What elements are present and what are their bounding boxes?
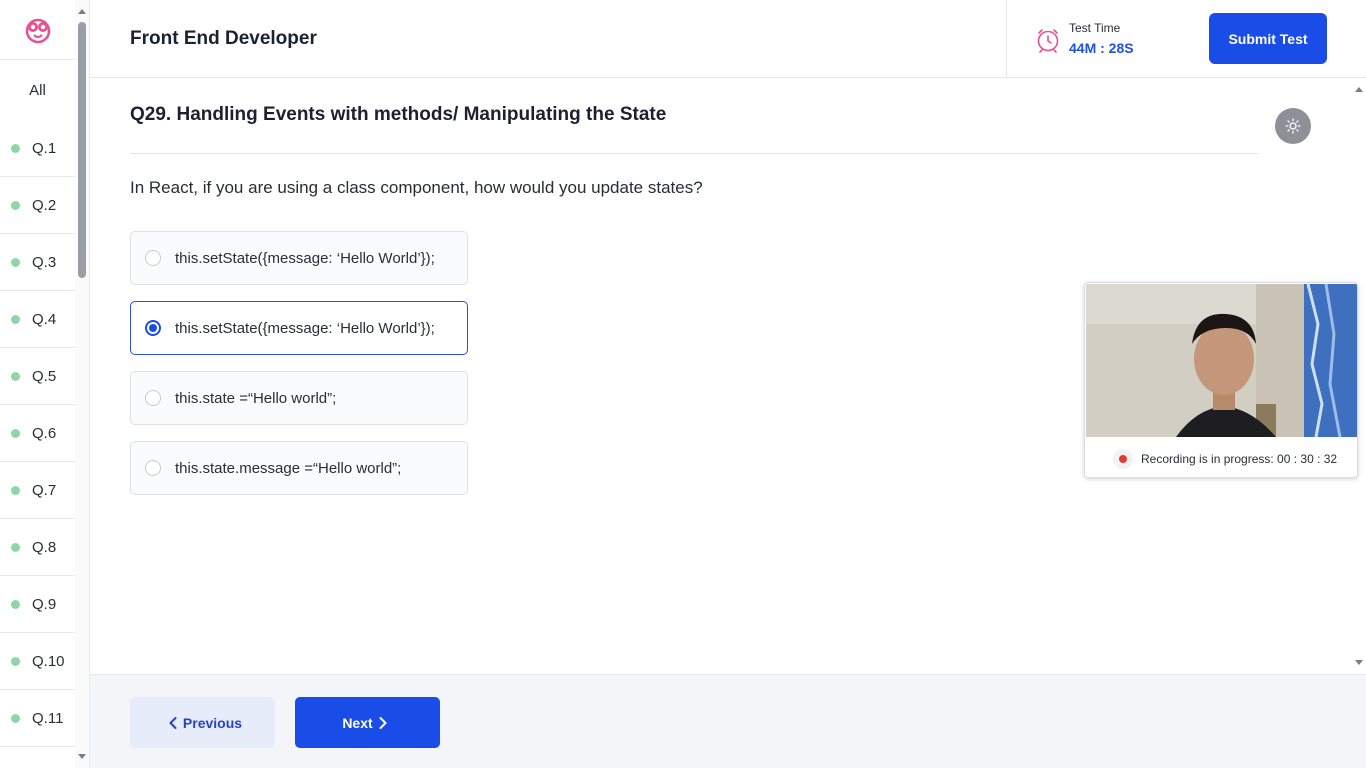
option-label: this.state.message =“Hello world”; [175,459,402,477]
sidebar-question-label: Q.3 [32,253,57,271]
clock-icon [1037,29,1059,53]
sidebar-question-item[interactable]: Q.4 [0,291,75,348]
radio-button-selected[interactable] [145,320,161,336]
record-dot-icon [1113,449,1133,469]
question-sidebar: All Q.1 Q.2 Q.3 Q.4 Q.5 Q.6 Q.7 Q.8 Q.9 Q.10 Q.11 [0,0,90,768]
sidebar-question-label: Q.5 [32,367,57,385]
webcam-video [1086,284,1357,437]
chevron-left-icon [169,716,177,729]
scroll-up-icon[interactable] [78,9,86,14]
timer-label: Test Time [1069,21,1121,35]
radio-fill [149,324,157,332]
radio-button[interactable] [145,460,161,476]
sidebar-question-label: Q.2 [32,196,57,214]
radio-button[interactable] [145,250,161,266]
sidebar-question-label: Q.11 [32,709,64,727]
answered-status-dot [11,485,20,495]
chevron-right-icon [379,716,387,729]
recording-status-text: Recording is in progress: 00 : 30 : 32 [1141,452,1338,466]
sidebar-question-label: Q.1 [32,139,57,157]
submit-test-button[interactable]: Submit Test [1209,13,1327,64]
answer-option-1[interactable]: this.setState({message: ‘Hello World’}); [130,231,468,285]
scroll-up-icon[interactable] [1355,87,1363,92]
app-logo[interactable] [0,0,75,60]
answered-status-dot [11,428,20,438]
sidebar-question-label: Q.7 [32,481,57,499]
filter-all[interactable]: All [0,60,75,120]
sidebar-question-item[interactable]: Q.5 [0,348,75,405]
sidebar-question-label: Q.8 [32,538,57,556]
answered-status-dot [11,656,20,666]
sidebar-question-label: Q.6 [32,424,57,442]
sidebar-question-label: Q.9 [32,595,57,613]
sun-icon [1285,118,1301,134]
answered-status-dot [11,542,20,552]
question-text: In React, if you are using a class compo… [130,178,703,197]
page-header: Front End Developer Test Time 44M : 28S … [90,0,1366,78]
sidebar-question-item[interactable]: Q.2 [0,177,75,234]
scrollbar-thumb[interactable] [78,22,86,278]
webcam-preview[interactable]: Recording is in progress: 00 : 30 : 32 [1084,282,1358,478]
scroll-down-icon[interactable] [78,754,86,759]
answered-status-dot [11,713,20,723]
question-list: Q.1 Q.2 Q.3 Q.4 Q.5 Q.6 Q.7 Q.8 Q.9 Q.10 Q.11 [0,120,75,747]
sidebar-question-item[interactable]: Q.11 [0,690,75,747]
option-label: this.state =“Hello world”; [175,389,337,407]
recording-status: Recording is in progress: 00 : 30 : 32 [1085,439,1357,477]
previous-button[interactable]: Previous [130,697,275,748]
sidebar-scrollbar[interactable] [75,0,89,768]
answer-option-4[interactable]: this.state.message =“Hello world”; [130,441,468,495]
option-label: this.setState({message: ‘Hello World’}); [175,249,435,267]
answered-status-dot [11,599,20,609]
answered-status-dot [11,257,20,267]
sidebar-question-item[interactable]: Q.7 [0,462,75,519]
option-label: this.setState({message: ‘Hello World’}); [175,319,435,337]
answered-status-dot [11,371,20,381]
timer-value: 44M : 28S [1069,40,1134,56]
title-divider [130,153,1259,154]
sidebar-question-item[interactable]: Q.1 [0,120,75,177]
previous-label: Previous [182,714,243,731]
theme-toggle-button[interactable] [1275,108,1311,144]
answered-status-dot [11,314,20,324]
next-label: Next [342,714,373,731]
sidebar-question-label: Q.10 [32,652,65,670]
sidebar-question-item[interactable]: Q.3 [0,234,75,291]
answered-status-dot [11,200,20,210]
sidebar-question-item[interactable]: Q.9 [0,576,75,633]
scroll-down-icon[interactable] [1355,660,1363,665]
sidebar-question-item[interactable]: Q.6 [0,405,75,462]
answer-option-3[interactable]: this.state =“Hello world”; [130,371,468,425]
sidebar-question-item[interactable]: Q.10 [0,633,75,690]
radio-button[interactable] [145,390,161,406]
question-title: Q29. Handling Events with methods/ Manip… [130,104,667,125]
test-timer: Test Time 44M : 28S Submit Test [1006,0,1366,78]
answered-status-dot [11,143,20,153]
answer-option-2[interactable]: this.setState({message: ‘Hello World’}); [130,301,468,355]
test-title: Front End Developer [130,28,317,49]
sidebar-question-item[interactable]: Q.8 [0,519,75,576]
navigation-footer: Previous Next [90,674,1366,768]
next-button[interactable]: Next [295,697,440,748]
sidebar-question-label: Q.4 [32,310,57,328]
owl-logo-icon [25,18,50,43]
